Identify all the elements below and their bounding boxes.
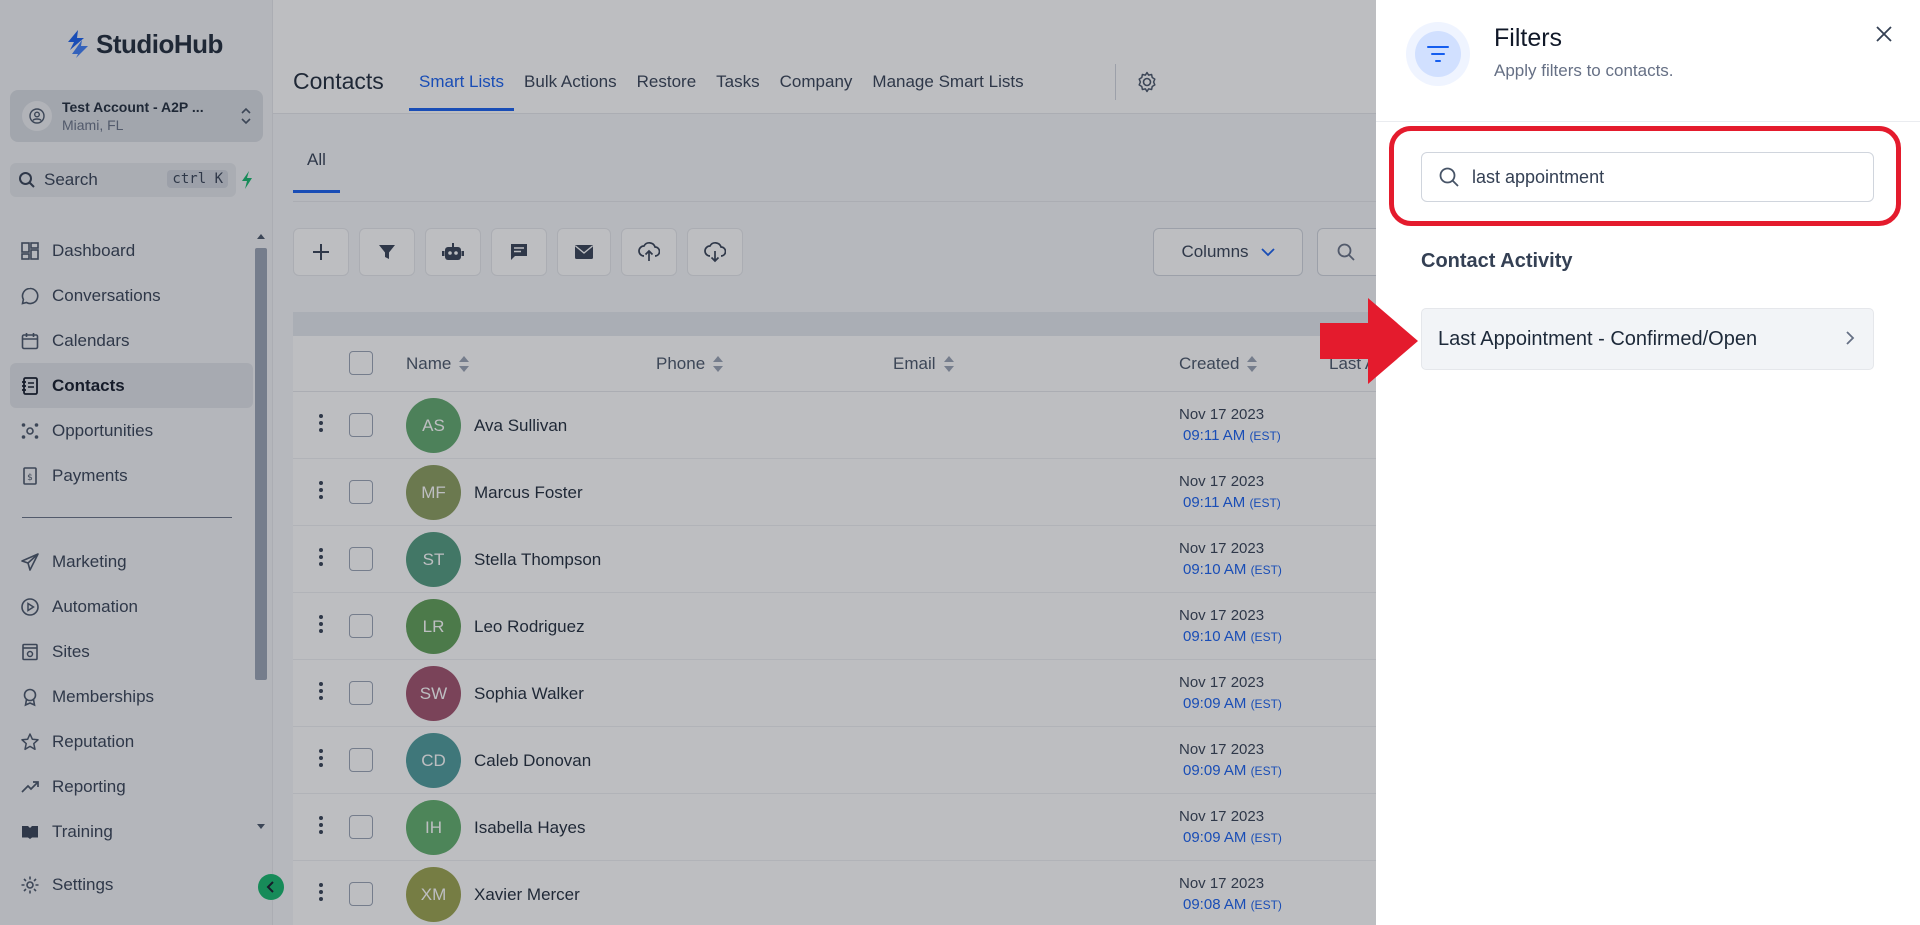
highlight-box <box>1389 126 1901 226</box>
drawer-title: Filters <box>1494 24 1563 52</box>
filter-lines-icon <box>1406 22 1470 86</box>
drawer-header: Filters Apply filters to contacts. <box>1376 0 1920 122</box>
close-drawer-button[interactable] <box>1870 20 1898 48</box>
filters-drawer: Filters Apply filters to contacts. last … <box>1376 0 1920 925</box>
chevron-right-icon <box>1846 331 1855 345</box>
arrow-pointer-icon <box>1320 298 1418 384</box>
filter-option-label: Last Appointment - Confirmed/Open <box>1438 327 1758 350</box>
section-title-contact-activity: Contact Activity <box>1421 250 1573 272</box>
close-icon <box>1876 26 1892 42</box>
drawer-subtitle: Apply filters to contacts. <box>1494 61 1674 80</box>
modal-backdrop[interactable] <box>0 0 1376 925</box>
filter-option-last-appointment[interactable]: Last Appointment - Confirmed/Open <box>1421 308 1874 370</box>
